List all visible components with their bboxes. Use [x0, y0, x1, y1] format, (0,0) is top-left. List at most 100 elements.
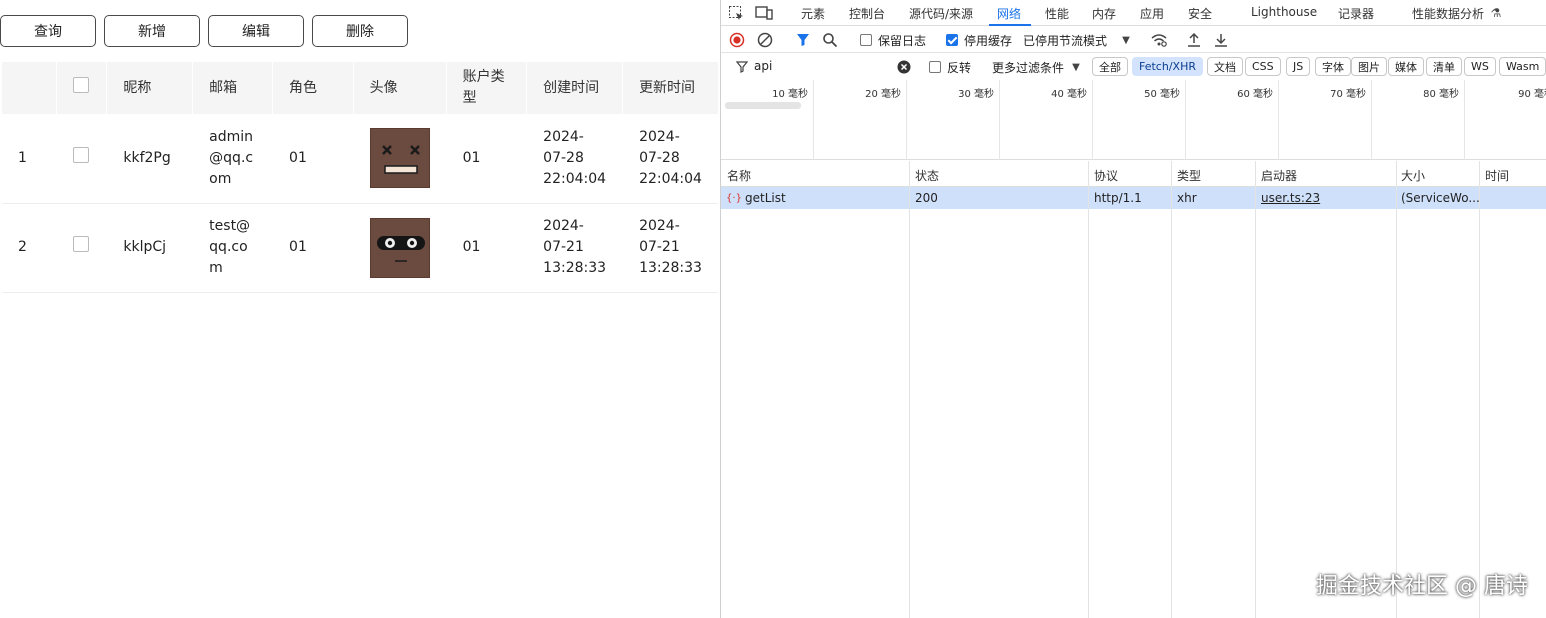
filter-input[interactable]: api [754, 59, 772, 73]
invert-label: 反转 [947, 61, 972, 75]
request-type: xhr [1177, 191, 1197, 205]
inspect-element-icon[interactable] [727, 4, 745, 22]
preserve-log-checkbox[interactable] [860, 34, 872, 46]
column-divider[interactable] [1396, 161, 1397, 618]
type-filter-js[interactable]: JS [1286, 57, 1311, 76]
timeline-tick: 10 毫秒 [772, 80, 814, 160]
search-icon[interactable] [821, 31, 839, 49]
type-filter-manifest[interactable]: 清单 [1426, 57, 1462, 76]
column-name[interactable]: 名称 [727, 167, 751, 184]
request-row[interactable]: {·} getList 200 http/1.1 xhr user.ts:23 … [721, 187, 1546, 209]
table-row[interactable]: 2 kklpCj test@qq.com 01 01 2024-07-21 13… [2, 203, 718, 293]
tab-performance-insights[interactable]: 性能数据分析 [1412, 5, 1484, 22]
tab-security[interactable]: 安全 [1188, 5, 1212, 22]
select-all-checkbox[interactable] [72, 76, 89, 93]
chevron-down-icon[interactable]: ▼ [1119, 31, 1133, 49]
request-grid-header: 名称 状态 协议 类型 启动器 大小 时间 [721, 161, 1546, 187]
table-row[interactable]: 1 kkf2Pg admin@qq.com 01 01 2024-07-28 2… [2, 114, 718, 204]
column-divider[interactable] [909, 161, 910, 618]
query-button[interactable]: 查询 [0, 15, 96, 47]
column-divider[interactable] [1255, 161, 1256, 618]
row-role: 01 [272, 114, 354, 204]
invert-checkbox[interactable] [929, 61, 941, 73]
type-filter-ws[interactable]: WS [1464, 57, 1496, 76]
tab-lighthouse[interactable]: Lighthouse [1251, 5, 1317, 19]
column-divider[interactable] [1479, 161, 1480, 618]
timeline-tick: 50 毫秒 [1144, 80, 1186, 160]
record-icon[interactable] [728, 31, 746, 49]
type-filter-fetch-xhr[interactable]: Fetch/XHR [1132, 57, 1203, 76]
avatar-x-eyes-icon [381, 145, 420, 174]
users-table: 昵称 邮箱 角色 头像 账户类型 创建时间 更新时间 1 kkf2Pg admi… [2, 62, 718, 293]
column-protocol[interactable]: 协议 [1094, 167, 1118, 184]
tab-elements[interactable]: 元素 [801, 5, 825, 22]
tab-network[interactable]: 网络 [997, 5, 1021, 22]
import-har-icon[interactable] [1185, 31, 1203, 49]
tab-recorder[interactable]: 记录器 [1338, 5, 1374, 22]
type-filter-img[interactable]: 图片 [1351, 57, 1387, 76]
clear-filter-icon[interactable] [896, 58, 912, 76]
filter-icon[interactable] [794, 31, 812, 49]
column-status[interactable]: 状态 [915, 167, 939, 184]
row-checkbox[interactable] [72, 236, 89, 252]
network-timeline-overview[interactable]: 10 毫秒 20 毫秒 30 毫秒 40 毫秒 50 毫秒 60 毫秒 70 毫… [721, 80, 1546, 160]
header-index [2, 62, 57, 114]
tab-console[interactable]: 控制台 [849, 5, 885, 22]
column-divider[interactable] [1171, 161, 1172, 618]
device-toolbar-icon[interactable] [755, 4, 773, 22]
row-index: 1 [2, 114, 57, 204]
tab-performance[interactable]: 性能 [1045, 5, 1069, 22]
type-filter-doc[interactable]: 文档 [1207, 57, 1243, 76]
avatar [369, 217, 430, 278]
type-filter-font[interactable]: 字体 [1315, 57, 1351, 76]
column-time[interactable]: 时间 [1485, 167, 1509, 184]
row-avatar-cell [352, 203, 447, 293]
request-initiator-link[interactable]: user.ts:23 [1261, 191, 1320, 205]
table-header-row: 昵称 邮箱 角色 头像 账户类型 创建时间 更新时间 [2, 62, 718, 114]
type-filter-wasm[interactable]: Wasm [1499, 57, 1546, 76]
tab-application[interactable]: 应用 [1140, 5, 1164, 22]
type-filter-all[interactable]: 全部 [1092, 57, 1128, 76]
network-conditions-icon[interactable] [1149, 31, 1169, 49]
delete-button[interactable]: 删除 [312, 15, 408, 47]
disable-cache-label: 停用缓存 [964, 34, 1013, 48]
type-filter-css[interactable]: CSS [1245, 57, 1281, 76]
edit-button[interactable]: 编辑 [208, 15, 304, 47]
column-initiator[interactable]: 启动器 [1261, 167, 1297, 184]
header-nickname: 昵称 [106, 62, 193, 114]
row-checkbox[interactable] [72, 146, 89, 163]
watermark: 掘金技术社区 @ 唐诗 [1316, 574, 1528, 599]
timeline-tick: 30 毫秒 [958, 80, 1000, 160]
throttling-select[interactable]: 已停用节流模式 [1023, 32, 1107, 49]
row-email: admin@qq.com [192, 114, 273, 204]
column-divider[interactable] [1088, 161, 1089, 618]
tab-memory[interactable]: 内存 [1092, 5, 1116, 22]
clear-icon[interactable] [756, 31, 774, 49]
row-created: 2024-07-21 13:28:33 [526, 203, 623, 293]
row-updated: 2024-07-28 22:04:04 [622, 114, 718, 204]
row-nickname: kklpCj [106, 203, 193, 293]
add-button[interactable]: 新增 [104, 15, 200, 47]
row-account-type: 01 [445, 203, 527, 293]
column-type[interactable]: 类型 [1177, 167, 1201, 184]
network-toolbar: 保留日志 停用缓存 已停用节流模式 ▼ [721, 27, 1546, 53]
chevron-down-icon[interactable]: ▼ [1069, 58, 1083, 76]
header-email: 邮箱 [192, 62, 273, 114]
row-index: 2 [2, 203, 57, 293]
row-nickname: kkf2Pg [106, 114, 193, 204]
timeline-tick: 70 毫秒 [1330, 80, 1372, 160]
type-filter-media[interactable]: 媒体 [1388, 57, 1424, 76]
row-select-cell [55, 203, 107, 293]
disable-cache-checkbox[interactable] [946, 34, 958, 46]
preserve-log-label: 保留日志 [878, 34, 927, 48]
timeline-tick: 40 毫秒 [1051, 80, 1093, 160]
tab-sources[interactable]: 源代码/来源 [909, 5, 973, 22]
more-filters-dropdown[interactable]: 更多过滤条件 [992, 59, 1064, 76]
avatar-mask-eyes-icon [376, 235, 425, 262]
user-management-app: 查询 新增 编辑 删除 昵称 邮箱 角色 头像 账户类型 创建时间 更新时间 1… [0, 0, 720, 618]
timeline-tick: 60 毫秒 [1237, 80, 1279, 160]
row-updated: 2024-07-21 13:28:33 [622, 203, 718, 293]
flask-icon: ⚗ [1490, 6, 1502, 20]
export-har-icon[interactable] [1212, 31, 1230, 49]
column-size[interactable]: 大小 [1401, 167, 1425, 184]
